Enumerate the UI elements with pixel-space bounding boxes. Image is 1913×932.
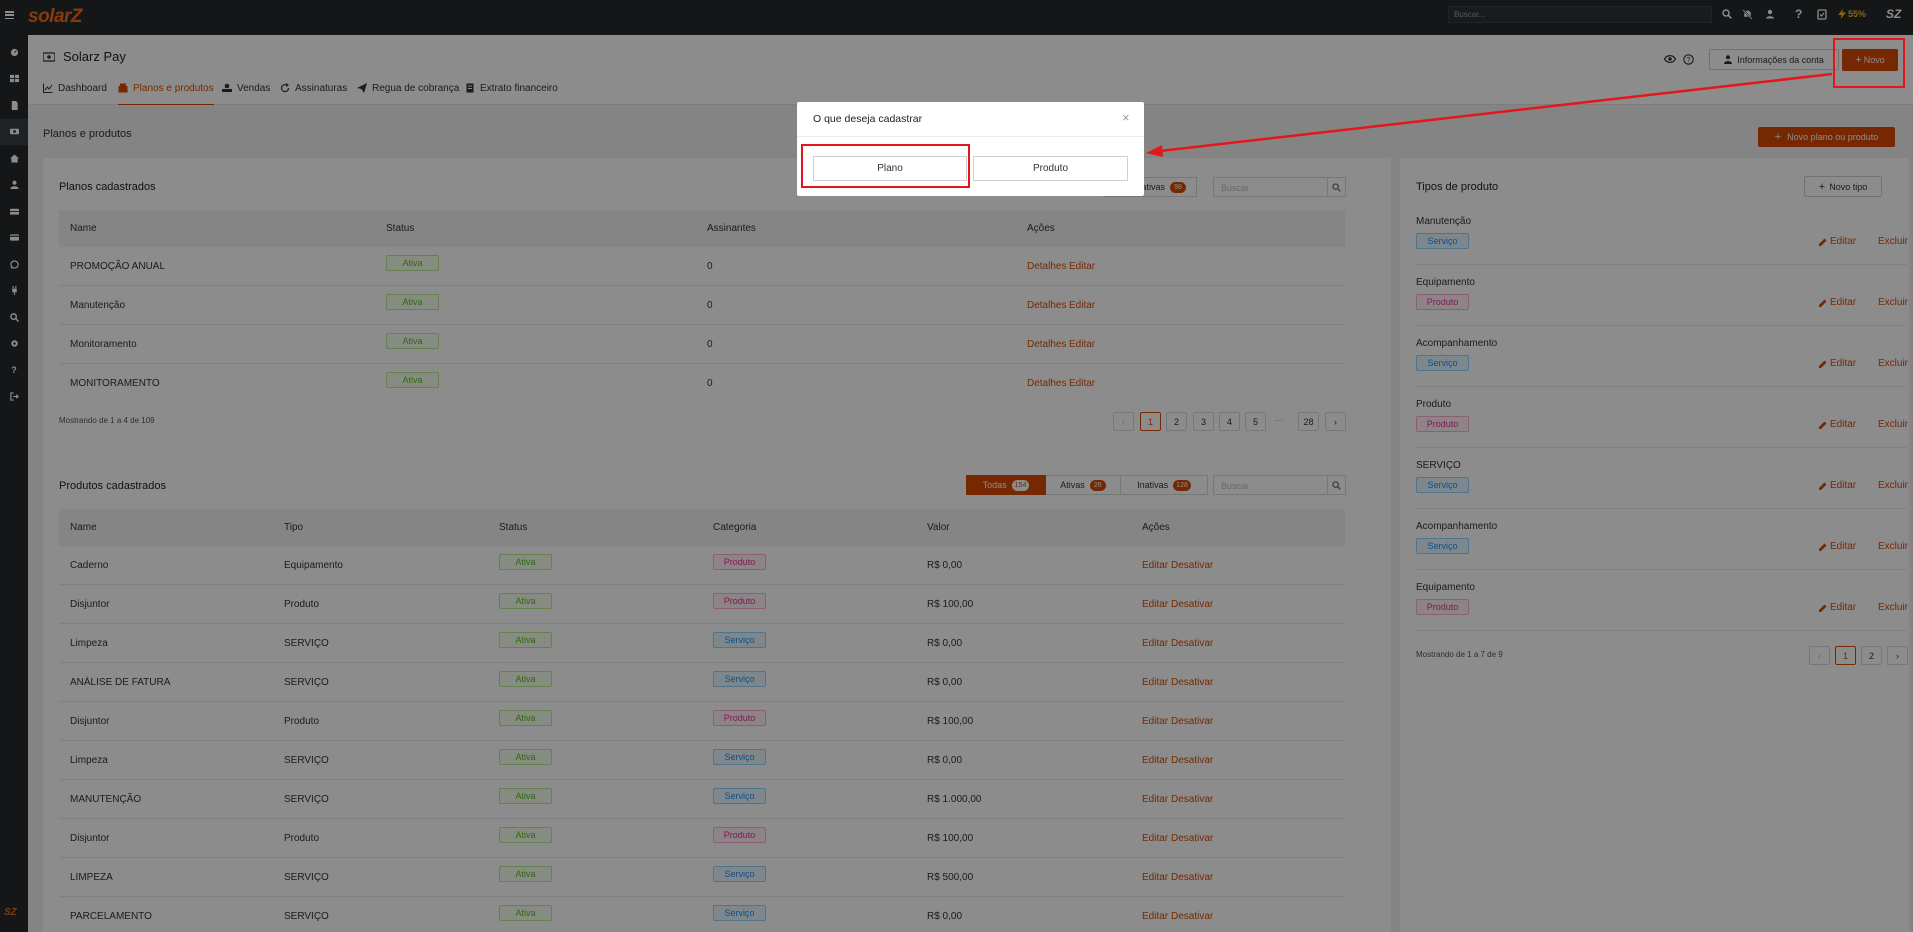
- modal-title: O que deseja cadastrar: [813, 113, 923, 125]
- close-icon[interactable]: ×: [1122, 110, 1130, 125]
- modal-divider: [797, 136, 1144, 137]
- product-option-button[interactable]: Produto: [973, 156, 1128, 181]
- highlight-box: [1833, 38, 1905, 88]
- highlight-box: [801, 144, 970, 188]
